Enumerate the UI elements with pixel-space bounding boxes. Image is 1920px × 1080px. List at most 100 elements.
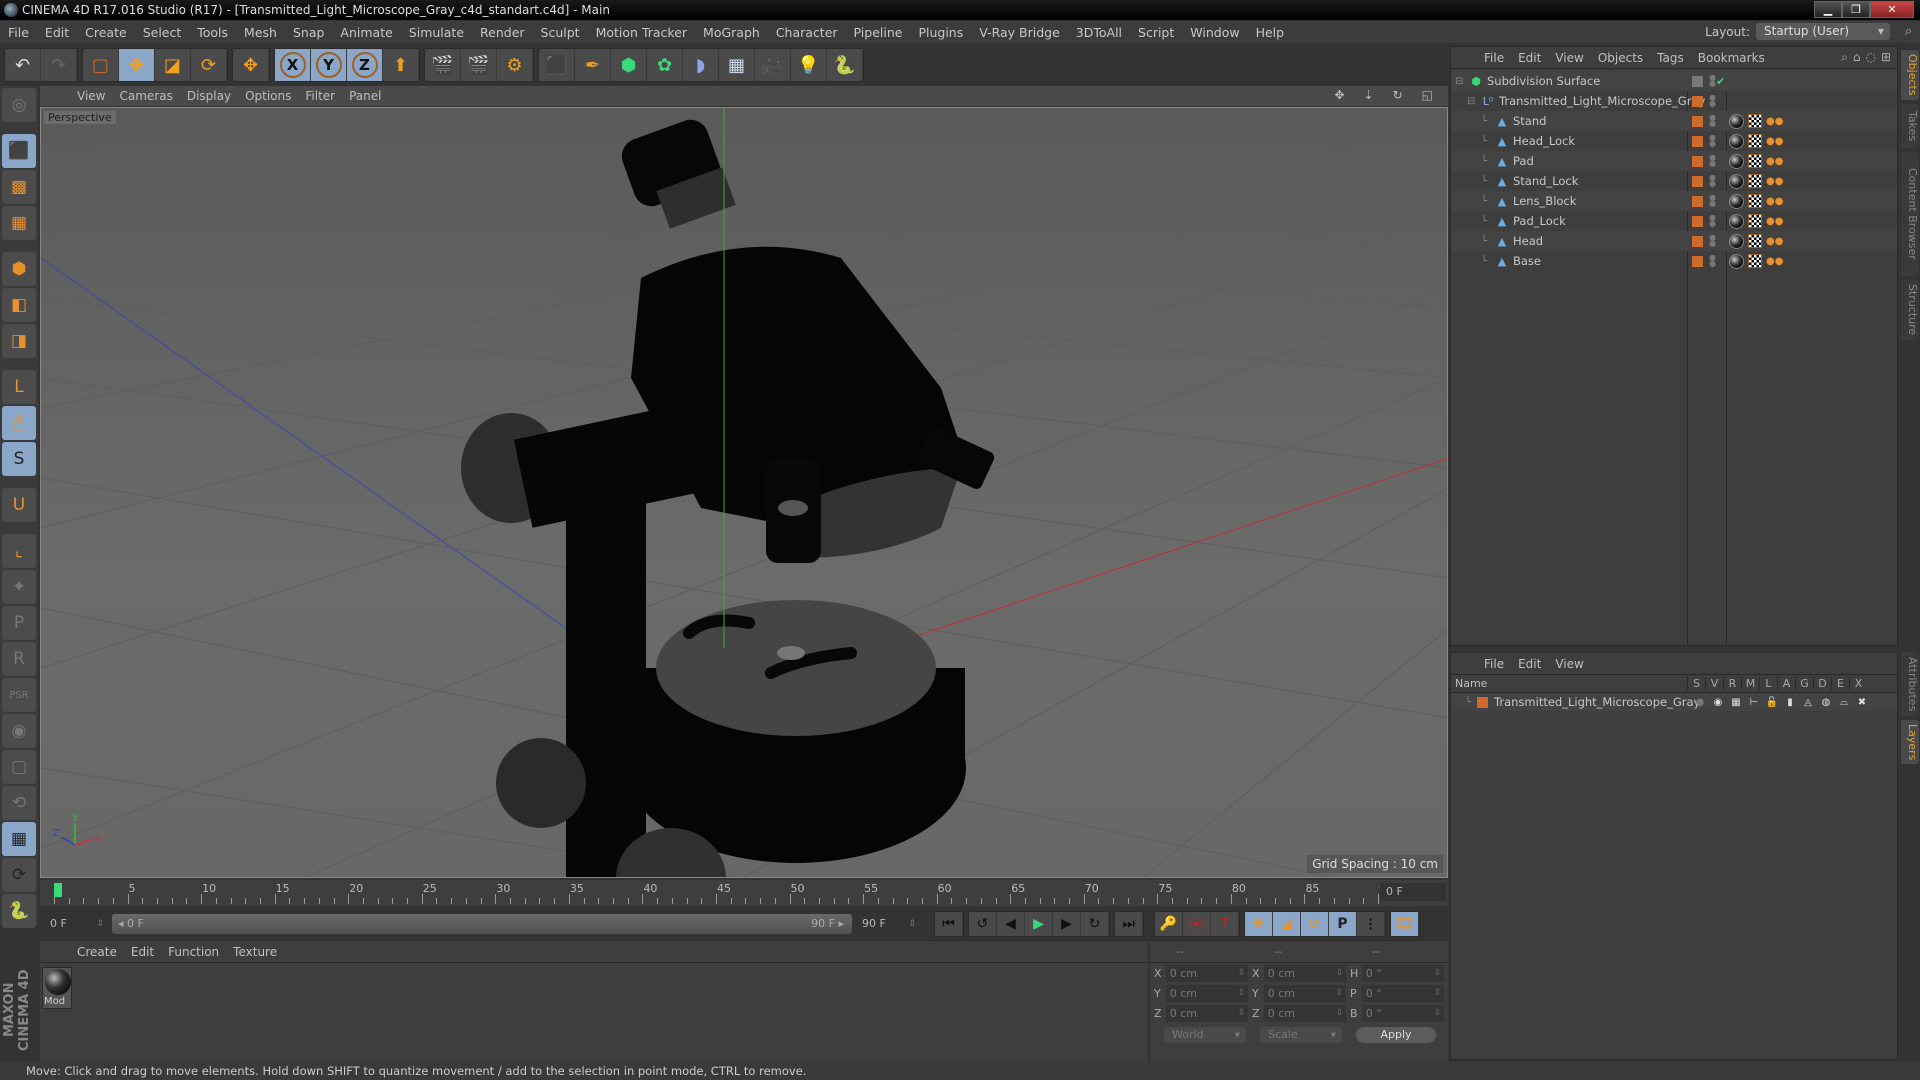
visibility-dots[interactable]: ● ● — [1709, 134, 1716, 148]
visible-eye-icon[interactable]: ◉ — [1709, 697, 1727, 708]
apply-button[interactable]: Apply — [1356, 1027, 1436, 1043]
visibility-dots[interactable]: ● ● — [1709, 174, 1716, 188]
object-row[interactable]: └ ▲ Head_Lock ● ● ●● — [1451, 131, 1897, 151]
tab-layers[interactable]: Layers — [1901, 720, 1919, 764]
generators-column[interactable]: G — [1795, 677, 1813, 690]
material-tag-icon[interactable] — [1729, 213, 1744, 229]
xref-column[interactable]: X — [1849, 677, 1867, 690]
size-y-field[interactable]: 0 cm — [1263, 984, 1346, 1002]
3d-viewport[interactable]: Y X Z Perspective Grid Spacing : 10 cm — [40, 107, 1448, 878]
visibility-dots[interactable]: ● ● — [1709, 74, 1716, 88]
viewport-menu-filter[interactable]: Filter — [298, 89, 342, 103]
edges-mode-icon[interactable]: ◧ — [2, 288, 36, 322]
current-frame-marker[interactable] — [54, 883, 62, 897]
add-key-icon[interactable]: ✦ — [2, 570, 36, 604]
objects-menu-file[interactable]: File — [1477, 51, 1511, 65]
search-icon[interactable]: ⌕ — [1905, 24, 1912, 39]
tab-content-browser[interactable]: Content Browser — [1901, 152, 1919, 276]
phong-tag-icon[interactable]: ●● — [1766, 156, 1783, 167]
record-pla-toggle[interactable]: ⁝ — [1357, 912, 1385, 936]
record-position-toggle[interactable]: ✥ — [1245, 912, 1273, 936]
menu-mograph[interactable]: MoGraph — [695, 25, 768, 40]
locked-column[interactable]: L — [1759, 677, 1777, 690]
render-picture-viewer-button[interactable]: 🎬 — [461, 49, 497, 81]
manager-tree-icon[interactable]: ⊢ — [1745, 697, 1763, 708]
manager-column[interactable]: M — [1741, 677, 1759, 690]
material-tag-icon[interactable] — [1729, 173, 1744, 189]
z-axis-lock[interactable]: Z — [347, 49, 383, 81]
view-column[interactable]: V — [1705, 677, 1723, 690]
render-clapper-icon[interactable]: ▦ — [1727, 697, 1745, 708]
solo-column[interactable]: S — [1687, 677, 1705, 690]
record-rotation-toggle[interactable]: ⟳ — [1301, 912, 1329, 936]
menu-edit[interactable]: Edit — [37, 25, 77, 40]
phong-tag-icon[interactable]: ●● — [1766, 116, 1783, 127]
visibility-dots[interactable]: ● ● — [1709, 194, 1716, 208]
menu-create[interactable]: Create — [77, 25, 135, 40]
record-active-objects-button[interactable]: ⦿ — [1183, 912, 1211, 936]
menu-simulate[interactable]: Simulate — [401, 25, 472, 40]
material-tag-icon[interactable] — [1729, 193, 1744, 209]
viewport-menu-options[interactable]: Options — [238, 89, 298, 103]
start-frame-field[interactable]: 0 F — [44, 914, 108, 934]
live-selection-tool[interactable]: ▢ — [83, 49, 119, 81]
animation-icon[interactable]: ▮ — [1781, 697, 1799, 708]
key-pla-icon[interactable]: ▢ — [2, 750, 36, 784]
home-icon[interactable]: ⌂ — [1853, 50, 1861, 65]
previous-frame-button[interactable]: ◀ — [997, 912, 1025, 936]
objects-menu-tags[interactable]: Tags — [1650, 51, 1691, 65]
tab-structure[interactable]: Structure — [1901, 280, 1919, 340]
layers-menu-edit[interactable]: Edit — [1511, 657, 1548, 671]
material-menu-texture[interactable]: Texture — [226, 945, 284, 959]
material-tag-icon[interactable] — [1729, 153, 1744, 169]
key-psr-icon[interactable]: PSR — [2, 678, 36, 712]
viewport-menu-panel[interactable]: Panel — [342, 89, 388, 103]
generator-icon[interactable]: ◬ — [1799, 697, 1817, 708]
xref-icon[interactable]: ✖ — [1853, 697, 1871, 708]
visibility-dots[interactable]: ● ● — [1709, 94, 1716, 108]
objects-menu-edit[interactable]: Edit — [1511, 51, 1548, 65]
workplane-mode-icon[interactable]: ▦ — [2, 206, 36, 240]
layers-menu-file[interactable]: File — [1477, 657, 1511, 671]
next-key-button[interactable]: ↻ — [1081, 912, 1109, 936]
record-scale-toggle[interactable]: ◪ — [1273, 912, 1301, 936]
object-row[interactable]: └ ▲ Stand_Lock ● ● ●● — [1451, 171, 1897, 191]
key-position-icon[interactable]: P — [2, 606, 36, 640]
object-row[interactable]: └ ▲ Head ● ● ●● — [1451, 231, 1897, 251]
microscope-model[interactable] — [461, 115, 996, 878]
menu-pipeline[interactable]: Pipeline — [846, 25, 911, 40]
object-row[interactable]: └ ▲ Pad_Lock ● ● ●● — [1451, 211, 1897, 231]
x-axis-lock[interactable]: X — [275, 49, 311, 81]
menu-sculpt[interactable]: Sculpt — [533, 25, 588, 40]
last-tool-move[interactable]: ✥ — [233, 49, 269, 81]
timeline-window-button[interactable]: 🎞 — [1391, 912, 1419, 936]
animation-column[interactable]: A — [1777, 677, 1795, 690]
python-icon[interactable]: 🐍 — [2, 894, 36, 928]
objects-menu-bookmarks[interactable]: Bookmarks — [1691, 51, 1772, 65]
python-button[interactable]: 🐍 — [827, 49, 863, 81]
snapping-icon[interactable]: U — [2, 488, 36, 522]
viewport-menu-display[interactable]: Display — [180, 89, 238, 103]
cloner-button[interactable]: ✿ — [647, 49, 683, 81]
menu-select[interactable]: Select — [135, 25, 190, 40]
deformer-button[interactable]: ◗ — [683, 49, 719, 81]
deformer-icon[interactable]: ◍ — [1817, 697, 1835, 708]
keyframe-selection-button[interactable]: 🔑 — [1155, 912, 1183, 936]
subdivision-surface-button[interactable]: ⬢ — [611, 49, 647, 81]
align-workplane-icon[interactable]: ⟳ — [2, 858, 36, 892]
menu-mesh[interactable]: Mesh — [236, 25, 285, 40]
go-to-end-button[interactable]: ⏭ — [1115, 912, 1143, 936]
menu-help[interactable]: Help — [1248, 25, 1293, 40]
coordinate-system-button[interactable]: ⬆ — [383, 49, 419, 81]
cube-object-button[interactable]: ⬛ — [539, 49, 575, 81]
phong-tag-icon[interactable]: ●● — [1766, 136, 1783, 147]
y-axis-lock[interactable]: Y — [311, 49, 347, 81]
material-swatch[interactable]: Mod — [42, 967, 72, 1009]
go-to-start-button[interactable]: ⏮ — [935, 912, 963, 936]
visibility-dots[interactable]: ● ● — [1709, 154, 1716, 168]
current-frame-field[interactable]: 0 F — [1380, 883, 1446, 901]
size-x-field[interactable]: 0 cm — [1263, 964, 1346, 982]
size-z-field[interactable]: 0 cm — [1263, 1004, 1346, 1022]
texture-mode-icon[interactable]: ▩ — [2, 170, 36, 204]
move-tool[interactable]: ✥ — [119, 49, 155, 81]
